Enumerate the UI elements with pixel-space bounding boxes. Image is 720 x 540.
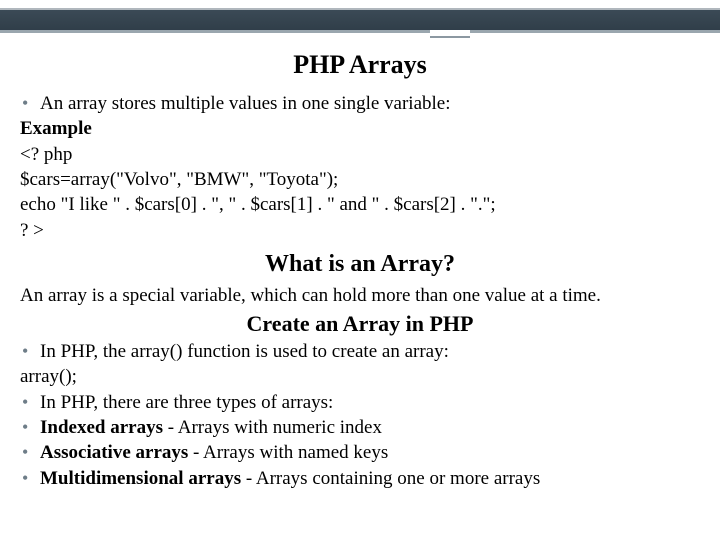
slide: PHP Arrays An array stores multiple valu… xyxy=(0,0,720,540)
code-line-4: ? > xyxy=(20,219,700,243)
code-line-2: $cars=array("Volvo", "BMW", "Toyota"); xyxy=(20,168,700,192)
body: An array stores multiple values in one s… xyxy=(20,92,700,491)
intro-bullet: An array stores multiple values in one s… xyxy=(20,92,700,116)
bullet-associative: Associative arrays - Arrays with named k… xyxy=(20,441,700,465)
array-call: array(); xyxy=(20,365,700,389)
section-what-is-array: What is an Array? xyxy=(20,249,700,280)
content-area: PHP Arrays An array stores multiple valu… xyxy=(20,0,700,491)
code-line-1: <? php xyxy=(20,143,700,167)
what-is-array-text: An array is a special variable, which ca… xyxy=(20,284,700,308)
bullet-associative-bold: Associative arrays xyxy=(40,442,188,463)
section-create-array: Create an Array in PHP xyxy=(20,310,700,338)
bullet-multidimensional-bold: Multidimensional arrays xyxy=(40,468,241,489)
bullet-array-function: In PHP, the array() function is used to … xyxy=(20,340,700,364)
bullet-multidimensional-rest: - Arrays containing one or more arrays xyxy=(241,468,540,489)
create-array-list: In PHP, the array() function is used to … xyxy=(20,340,700,364)
intro-list: An array stores multiple values in one s… xyxy=(20,92,700,116)
bullet-indexed-bold: Indexed arrays xyxy=(40,417,163,438)
slide-title: PHP Arrays xyxy=(20,50,700,80)
bullet-multidimensional: Multidimensional arrays - Arrays contain… xyxy=(20,467,700,491)
bullet-indexed: Indexed arrays - Arrays with numeric ind… xyxy=(20,416,700,440)
bullet-three-types: In PHP, there are three types of arrays: xyxy=(20,391,700,415)
types-list: In PHP, there are three types of arrays:… xyxy=(20,391,700,491)
bullet-indexed-rest: - Arrays with numeric index xyxy=(163,417,382,438)
code-line-3: echo "I like " . $cars[0] . ", " . $cars… xyxy=(20,193,700,217)
bullet-associative-rest: - Arrays with named keys xyxy=(188,442,388,463)
example-label: Example xyxy=(20,117,700,141)
